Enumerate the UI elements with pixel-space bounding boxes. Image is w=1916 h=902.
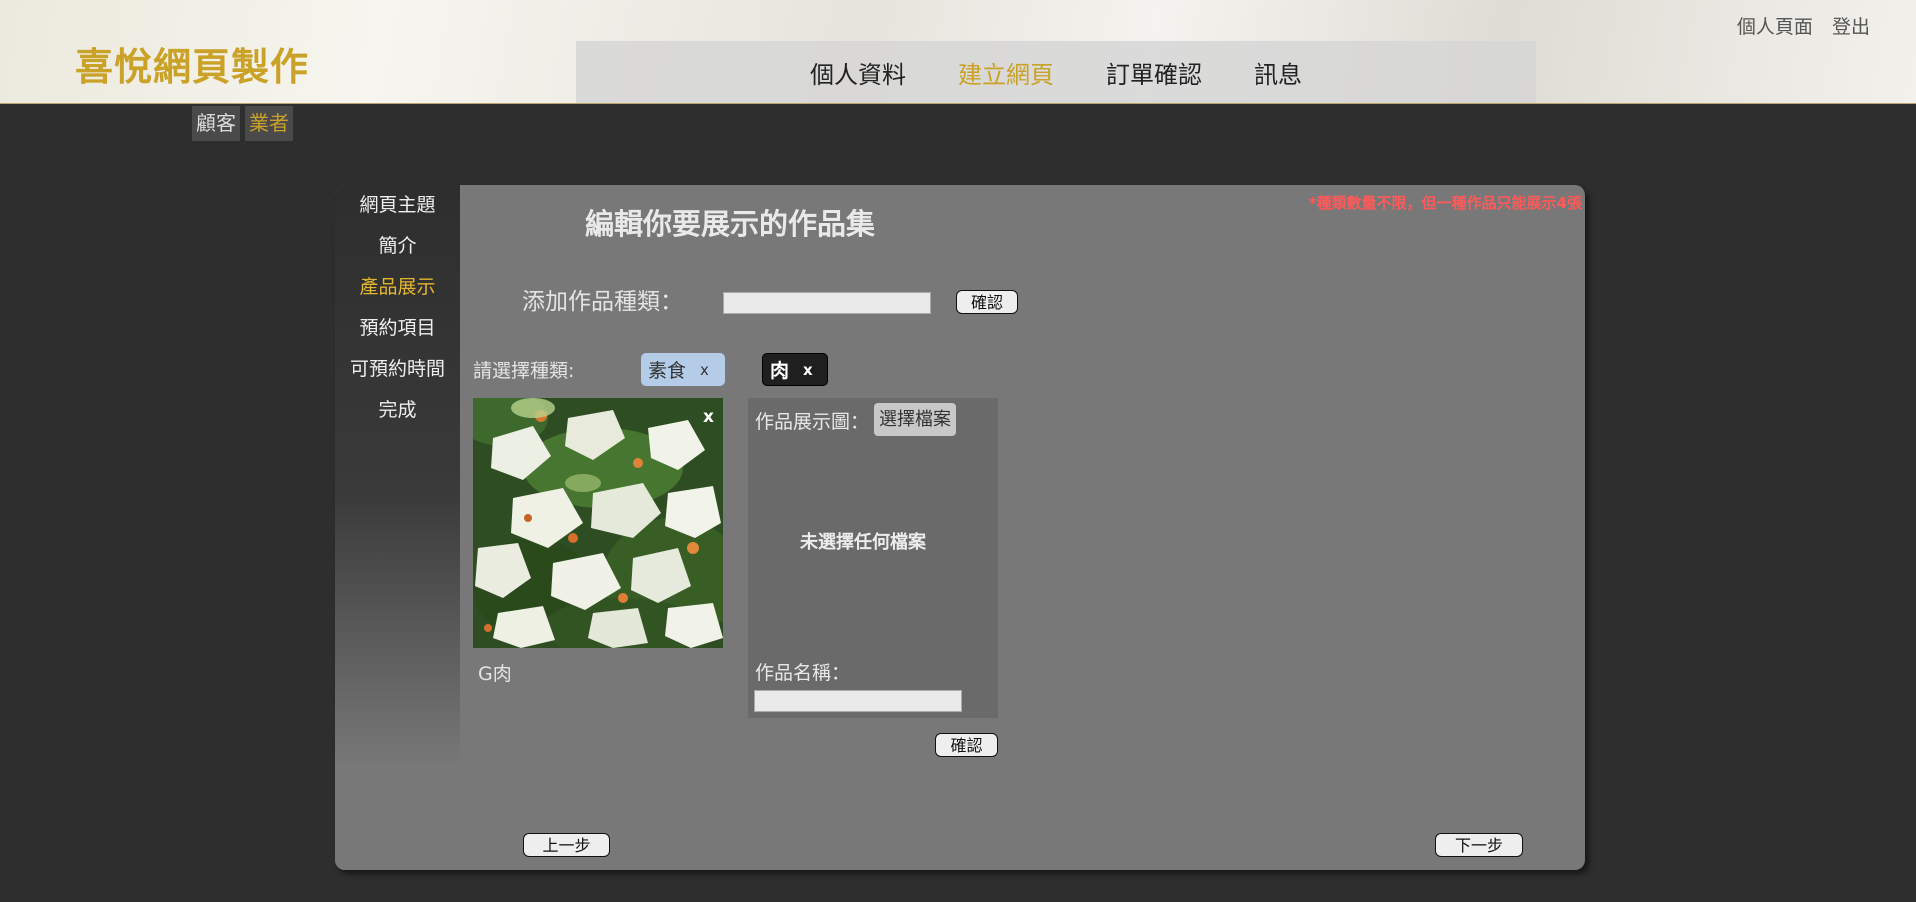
nav-item-messages[interactable]: 訊息 — [1254, 55, 1302, 90]
choose-category-label: 請選擇種類: — [473, 360, 575, 382]
sidebar-item-intro[interactable]: 簡介 — [335, 226, 460, 267]
choose-file-button[interactable]: 選擇檔案 — [874, 403, 956, 436]
add-category-input[interactable] — [723, 292, 931, 314]
next-step-button[interactable]: 下一步 — [1435, 833, 1523, 857]
editor-panel: 網頁主題 簡介 產品展示 預約項目 可預約時間 完成 *種類數量不限，但一種作品… — [335, 185, 1585, 870]
sidebar-item-finish[interactable]: 完成 — [335, 390, 460, 431]
sidebar-item-theme[interactable]: 網頁主題 — [335, 185, 460, 226]
prev-step-button[interactable]: 上一步 — [523, 833, 610, 857]
remove-category-icon[interactable]: x — [700, 361, 709, 379]
main-nav: 個人資料 建立網頁 訂單確認 訊息 — [576, 41, 1536, 103]
nav-item-orders[interactable]: 訂單確認 — [1106, 55, 1202, 90]
no-file-text: 未選擇任何檔案 — [800, 532, 926, 553]
category-chip-label: 肉 — [770, 360, 790, 382]
user-links: 個人頁面 登出 — [1724, 12, 1870, 39]
step-sidebar: 網頁主題 簡介 產品展示 預約項目 可預約時間 完成 — [335, 185, 460, 870]
nav-item-profile[interactable]: 個人資料 — [810, 55, 906, 90]
sidebar-item-booking-times[interactable]: 可預約時間 — [335, 349, 460, 390]
page-title: 編輯你要展示的作品集 — [585, 207, 876, 241]
work-name-label: 作品名稱： — [755, 662, 851, 684]
site-logo[interactable]: 喜悅網頁製作 — [75, 36, 309, 91]
category-chip-vegetarian[interactable]: 素食 x — [641, 353, 725, 386]
work-image — [473, 398, 723, 648]
role-tab-customer[interactable]: 顧客 — [192, 106, 240, 141]
site-header: 喜悅網頁製作 個人頁面 登出 個人資料 建立網頁 訂單確認 訊息 — [0, 0, 1916, 104]
limit-notice: *種類數量不限，但一種作品只能展示4張 — [1308, 194, 1582, 212]
upload-form: 作品展示圖： 選擇檔案 未選擇任何檔案 作品名稱： — [748, 398, 998, 718]
add-category-confirm-button[interactable]: 確認 — [956, 290, 1018, 314]
profile-link[interactable]: 個人頁面 — [1737, 16, 1813, 38]
category-chip-meat[interactable]: 肉 x — [762, 353, 828, 386]
sidebar-item-booking-items[interactable]: 預約項目 — [335, 308, 460, 349]
remove-work-icon[interactable]: x — [703, 407, 714, 427]
upload-confirm-button[interactable]: 確認 — [935, 733, 998, 757]
sidebar-item-products[interactable]: 產品展示 — [335, 267, 460, 308]
work-name: G肉 — [478, 663, 512, 685]
nav-item-build-page[interactable]: 建立網頁 — [958, 55, 1054, 90]
category-chip-label: 素食 — [648, 360, 687, 382]
remove-category-icon[interactable]: x — [803, 361, 813, 379]
role-tabs: 顧客 業者 — [192, 106, 298, 141]
image-upload-label: 作品展示圖： — [755, 411, 870, 433]
work-name-input[interactable] — [754, 690, 962, 712]
add-category-label: 添加作品種類： — [522, 289, 683, 315]
logout-link[interactable]: 登出 — [1832, 16, 1870, 38]
role-tab-vendor[interactable]: 業者 — [245, 106, 293, 141]
